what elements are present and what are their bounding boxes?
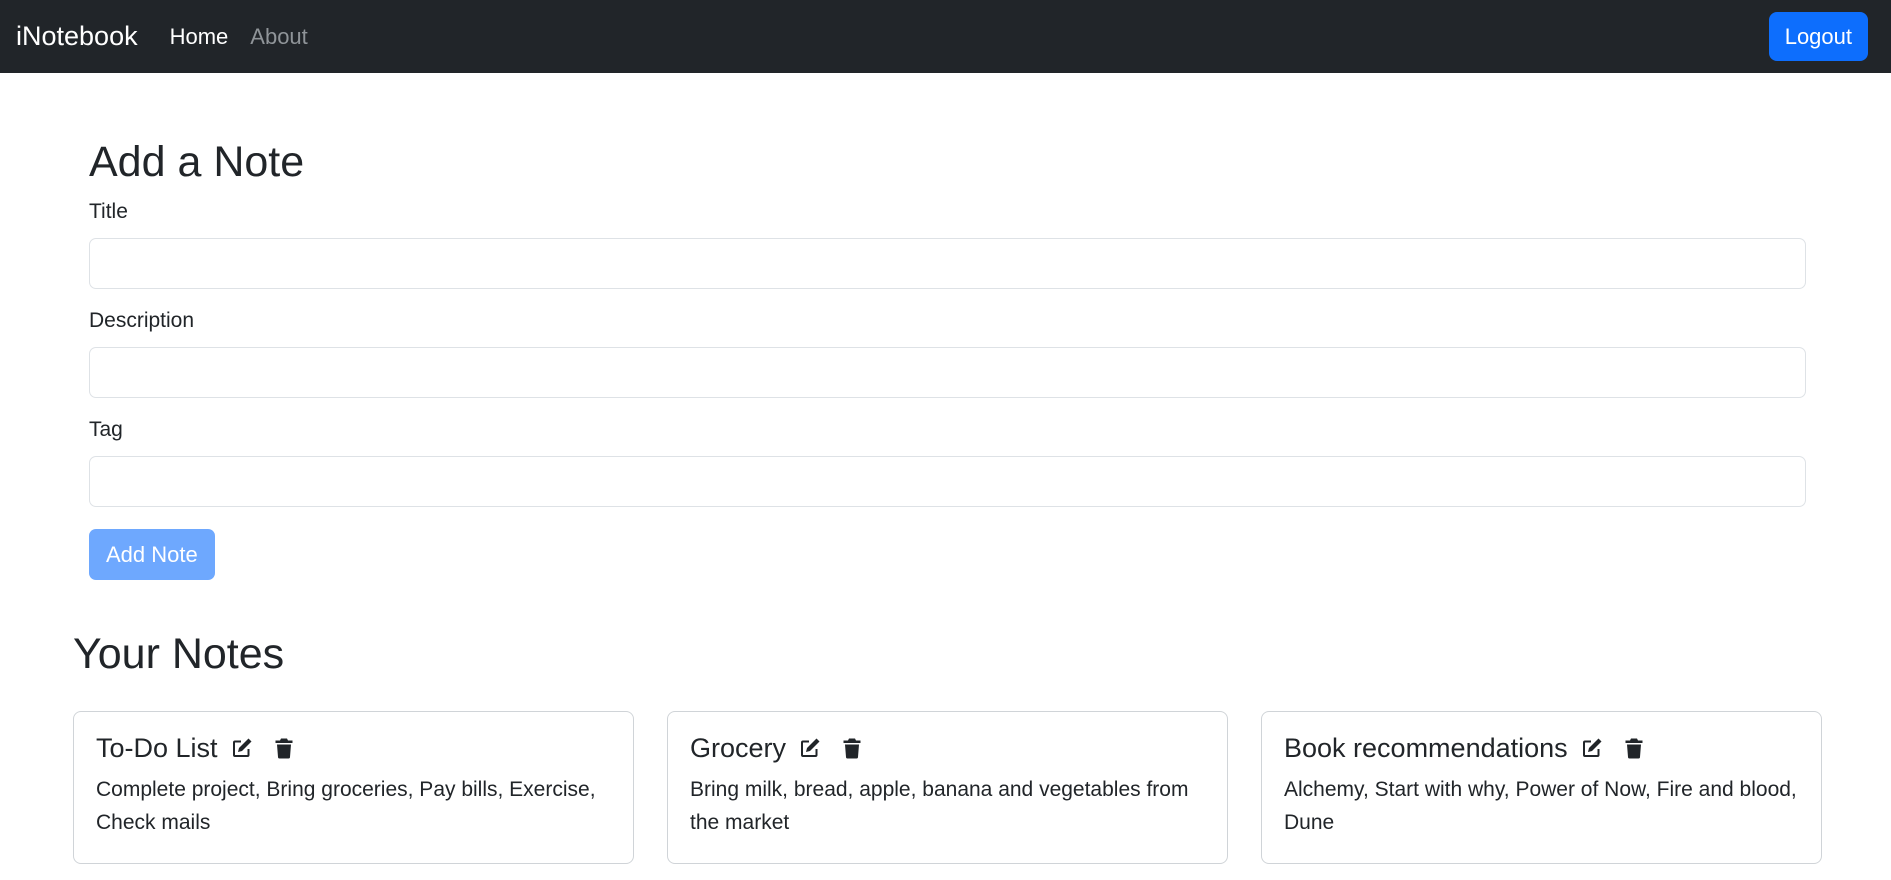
tag-label: Tag: [89, 418, 123, 441]
description-input[interactable]: [89, 347, 1806, 398]
add-note-form: Add a Note Title Description Tag Add Not…: [89, 134, 1806, 580]
nav-link-about[interactable]: About: [250, 24, 308, 50]
navbar: iNotebook Home About Logout: [0, 0, 1891, 73]
add-note-heading: Add a Note: [89, 138, 305, 186]
edit-icon[interactable]: [798, 736, 822, 760]
note-title: To-Do List: [96, 732, 218, 763]
note-card: Book recommendations Alchemy, Start with…: [1261, 711, 1822, 864]
notes-list: To-Do List Complete project, Bring groce…: [73, 711, 1822, 864]
note-description: Complete project, Bring groceries, Pay b…: [96, 778, 596, 834]
note-description: Alchemy, Start with why, Power of Now, F…: [1284, 778, 1797, 834]
edit-icon[interactable]: [230, 736, 254, 760]
title-label: Title: [89, 200, 128, 223]
note-title: Book recommendations: [1284, 732, 1568, 763]
note-card: Grocery Bring milk, bread, apple, banana…: [667, 711, 1228, 864]
note-card-header: Grocery: [690, 732, 1205, 764]
note-card: To-Do List Complete project, Bring groce…: [73, 711, 634, 864]
trash-icon[interactable]: [272, 736, 296, 760]
trash-icon[interactable]: [840, 736, 864, 760]
nav-link-home[interactable]: Home: [170, 24, 229, 50]
trash-icon[interactable]: [1622, 736, 1646, 760]
add-note-button[interactable]: Add Note: [89, 529, 215, 580]
description-label: Description: [89, 309, 195, 332]
edit-icon[interactable]: [1580, 736, 1604, 760]
note-card-header: To-Do List: [96, 732, 611, 764]
title-input[interactable]: [89, 238, 1806, 289]
brand-link[interactable]: iNotebook: [16, 21, 138, 52]
note-title: Grocery: [690, 732, 787, 763]
note-card-header: Book recommendations: [1284, 732, 1799, 764]
logout-button[interactable]: Logout: [1768, 12, 1868, 61]
tag-input[interactable]: [89, 456, 1806, 507]
note-description: Bring milk, bread, apple, banana and veg…: [690, 778, 1189, 834]
your-notes-heading: Your Notes: [73, 630, 285, 678]
